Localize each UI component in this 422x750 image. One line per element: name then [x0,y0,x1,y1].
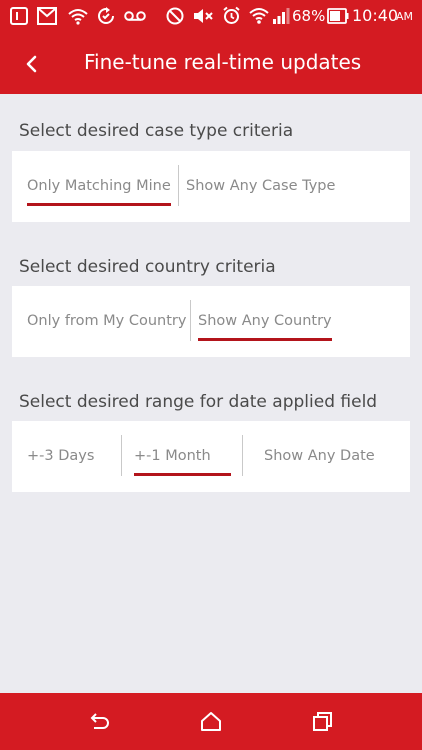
country-section-title: Select desired country criteria [19,257,276,277]
option-only-matching-mine[interactable]: Only Matching Mine [27,151,171,222]
back-arrow-icon[interactable] [18,49,48,79]
option-label: Show Any Date [264,448,375,464]
cell-signal-icon [273,8,290,24]
selected-underline [27,203,171,206]
option-divider [121,435,122,476]
option-show-any-case-type[interactable]: Show Any Case Type [186,151,335,222]
notification-square-icon [10,7,28,25]
option-only-from-my-country[interactable]: Only from My Country [27,286,186,357]
gmail-icon [37,7,57,25]
page-title: Fine-tune real-time updates [84,50,362,74]
date-range-section-title: Select desired range for date applied fi… [19,392,378,412]
selected-underline [198,338,332,341]
option-3-days[interactable]: +-3 Days [27,421,94,492]
date-range-options-card: +-3 Days +-1 Month Show Any Date [12,421,410,492]
case-type-options-card: Only Matching Mine Show Any Case Type [12,151,410,222]
case-type-section-title: Select desired case type criteria [19,121,294,141]
app-header: Fine-tune real-time updates [0,33,422,94]
do-not-disturb-icon [166,7,184,25]
recent-apps-icon[interactable] [308,707,338,737]
option-show-any-country[interactable]: Show Any Country [198,286,332,357]
wifi-signal-icon [249,8,269,24]
option-divider [178,165,179,206]
home-icon[interactable] [196,707,226,737]
battery-percent: 68% [292,7,326,25]
back-icon[interactable] [84,707,114,737]
status-bar: 68% 10:40 AM [0,0,422,33]
option-show-any-date[interactable]: Show Any Date [264,421,375,492]
option-label: +-3 Days [27,448,95,464]
battery-icon [327,8,349,24]
option-label: Only Matching Mine [27,178,171,194]
option-divider [242,435,243,476]
alarm-icon [223,6,240,24]
country-options-card: Only from My Country Show Any Country [12,286,410,357]
option-label: Only from My Country [27,313,187,329]
wifi-icon [68,9,88,25]
option-divider [190,300,191,341]
clock-time: 10:40 [352,6,399,25]
sync-icon [98,7,114,24]
clock-suffix: AM [396,10,414,23]
option-label: +-1 Month [134,448,211,464]
option-1-month[interactable]: +-1 Month [134,421,231,492]
mute-icon [194,9,213,23]
selected-underline [134,473,231,476]
voicemail-icon [124,11,146,21]
option-label: Show Any Country [198,313,332,329]
option-label: Show Any Case Type [186,178,336,194]
system-navigation-bar [0,693,422,750]
